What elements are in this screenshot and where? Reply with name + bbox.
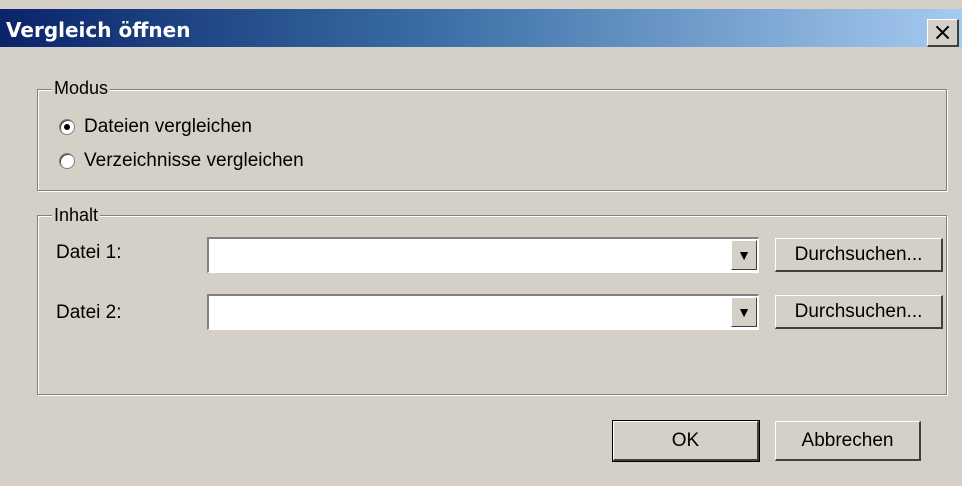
inhalt-legend: Inhalt <box>52 205 101 226</box>
datei2-combobox[interactable]: ▼ <box>207 294 759 330</box>
datei1-input[interactable] <box>209 239 717 269</box>
radio-button-selected[interactable] <box>59 119 75 135</box>
ok-button[interactable]: OK <box>612 420 760 462</box>
modus-legend: Modus <box>52 78 111 99</box>
datei2-input[interactable] <box>209 296 717 326</box>
chevron-down-icon[interactable]: ▼ <box>731 240 757 270</box>
radio-verzeichnisse-vergleichen[interactable]: Verzeichnisse vergleichen <box>59 150 304 172</box>
radio-label: Verzeichnisse vergleichen <box>84 150 304 171</box>
datei2-label: Datei 2: <box>56 302 122 323</box>
close-icon: × <box>932 18 953 46</box>
browse-button-2[interactable]: Durchsuchen... <box>775 295 943 329</box>
title-bar: Vergleich öffnen × <box>0 9 962 47</box>
datei1-combobox[interactable]: ▼ <box>207 237 759 273</box>
modus-group <box>37 89 947 191</box>
cancel-button[interactable]: Abbrechen <box>775 421 921 461</box>
radio-button[interactable] <box>59 153 75 169</box>
close-button[interactable]: × <box>927 19 959 47</box>
datei1-label: Datei 1: <box>56 242 122 263</box>
window-title: Vergleich öffnen <box>6 18 191 42</box>
radio-label: Dateien vergleichen <box>84 116 252 137</box>
chevron-down-icon[interactable]: ▼ <box>731 297 757 327</box>
browse-button-1[interactable]: Durchsuchen... <box>775 238 943 272</box>
radio-dateien-vergleichen[interactable]: Dateien vergleichen <box>59 116 252 138</box>
